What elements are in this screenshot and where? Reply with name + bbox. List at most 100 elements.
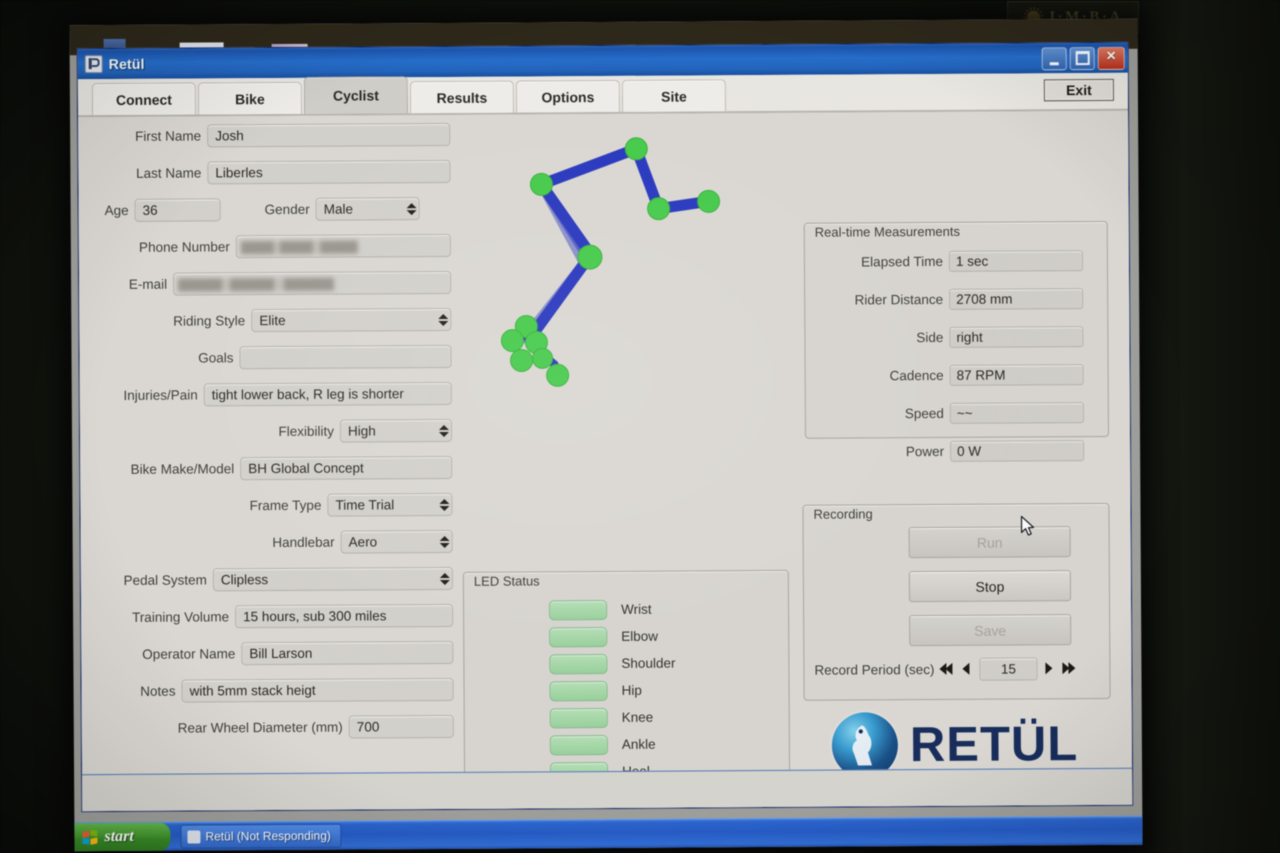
tab-label: Bike [235,90,265,107]
mouse-cursor [1020,515,1036,537]
email-input[interactable] [173,270,452,296]
taskbar-item-retul[interactable]: Retül (Not Responding) [180,823,342,849]
record-period-value[interactable]: 15 [979,656,1038,681]
save-button[interactable]: Save [909,614,1072,647]
field-frame-type: Frame Type Time Trial [100,492,453,518]
field-label: Operator Name [142,646,236,662]
tab-site[interactable]: Site [621,79,727,112]
tab-options[interactable]: Options [515,79,621,113]
age-input[interactable]: 36 [134,198,221,222]
measurement-side: Side right [805,324,1107,350]
last-name-input[interactable]: Liberles [207,159,451,185]
last-page-icon[interactable] [1062,660,1077,676]
start-label: start [104,827,134,846]
tab-label: Options [541,88,595,105]
field-label: Riding Style [173,313,246,329]
skeleton-viewer[interactable] [463,123,796,545]
window-footer [82,767,1133,812]
field-label: Pedal System [123,572,207,588]
recording-title: Recording [813,506,873,522]
first-page-icon[interactable] [939,661,954,677]
measurement-cadence: Cadence 87 RPM [806,362,1108,388]
led-indicator [549,599,608,620]
led-label: Knee [621,709,654,725]
field-rear-wheel-diameter: Rear Wheel Diameter (mm) 700 [102,714,454,740]
frame-type-value: Time Trial [335,497,395,513]
led-row-knee: Knee [465,703,789,732]
field-bike-make-model: Bike Make/Model BH Global Concept [100,455,453,481]
measurement-label: Elapsed Time [861,253,943,269]
led-label: Elbow [621,628,659,644]
close-icon: × [1106,47,1116,65]
window-controls: × [1041,46,1125,70]
tab-connect[interactable]: Connect [91,82,197,116]
pedal-system-value: Clipless [220,572,269,588]
riding-style-select[interactable]: Elite [251,307,452,333]
realtime-measurements-group: Real-time Measurements Elapsed Time 1 se… [803,220,1110,462]
field-label: E-mail [128,276,168,292]
taskbar-item-label: Retül (Not Responding) [205,828,331,844]
measurement-value: right [949,325,1084,348]
goals-input[interactable] [239,344,452,370]
decrement-icon[interactable] [959,661,974,677]
flexibility-select[interactable]: High [339,418,453,443]
joint-heel [500,329,524,353]
notes-input[interactable]: with 5mm stack heigt [181,677,454,703]
close-button[interactable]: × [1097,46,1125,70]
handlebar-select[interactable]: Aero [340,529,453,554]
stop-button[interactable]: Stop [908,570,1072,603]
field-age-gender: Age 36 Gender Male [99,197,451,222]
measurement-label: Power [905,443,945,459]
tab-cyclist[interactable]: Cyclist [303,76,409,114]
field-label: Gender [264,201,310,218]
riding-style-value: Elite [259,312,286,329]
frame-type-select[interactable]: Time Trial [327,492,453,517]
operator-name-input[interactable]: Bill Larson [241,640,454,666]
exit-button[interactable]: Exit [1043,78,1114,102]
led-indicator [549,653,608,674]
measurement-label: Side [916,329,944,345]
pedal-system-select[interactable]: Clipless [212,566,453,592]
field-label: Notes [140,683,176,699]
realtime-list: Elapsed Time 1 sec Rider Distance 2708 m… [805,248,1108,478]
field-label: Goals [198,350,234,366]
led-status-title: LED Status [473,573,540,589]
increment-icon[interactable] [1042,660,1057,676]
recording-group: Recording Run Stop Save Record Period (s… [802,502,1111,701]
rear-wheel-diameter-input[interactable]: 700 [348,714,454,739]
field-injuries-pain: Injuries/Pain tight lower back, R leg is… [100,381,452,407]
run-button[interactable]: Run [908,526,1071,559]
joint-knee [577,244,603,270]
first-name-input[interactable]: Josh [207,122,451,148]
start-button[interactable]: start [74,822,171,852]
measurement-value: ~~ [949,401,1084,424]
monitor-screen: Retül × Connect Bike Cyclist Results Opt… [69,18,1143,852]
field-label: Training Volume [131,609,230,625]
flexibility-value: High [347,423,376,439]
led-indicator [549,707,608,728]
bike-make-model-input[interactable]: BH Global Concept [240,455,453,481]
led-indicator [549,626,608,647]
field-riding-style: Riding Style Elite [99,307,452,333]
tab-results[interactable]: Results [409,80,515,114]
monitor-bezel-right [1120,0,1280,853]
injuries-pain-input[interactable]: tight lower back, R leg is shorter [203,381,452,407]
retul-wordmark: RETÜL [909,716,1079,772]
led-label: Ankle [621,736,656,752]
measurement-elapsed-time: Elapsed Time 1 sec [805,248,1107,274]
minimize-button[interactable] [1041,46,1067,70]
window-body: First Name Josh Last Name Liberles Age 3… [78,110,1133,812]
field-label: Age [104,202,129,219]
training-volume-input[interactable]: 15 hours, sub 300 miles [235,603,454,629]
tab-bike[interactable]: Bike [197,81,303,115]
maximize-button[interactable] [1069,46,1095,70]
joint-elbow [647,197,671,221]
gender-select[interactable]: Male [315,197,420,221]
gender-value: Male [323,201,353,217]
field-label: Handlebar [272,534,335,551]
led-row-wrist: Wrist [464,595,788,624]
joint-toe [546,363,570,387]
phone-number-input[interactable] [235,233,451,259]
measurement-rider-distance: Rider Distance 2708 mm [805,286,1107,312]
measurement-power: Power 0 W [806,438,1108,464]
